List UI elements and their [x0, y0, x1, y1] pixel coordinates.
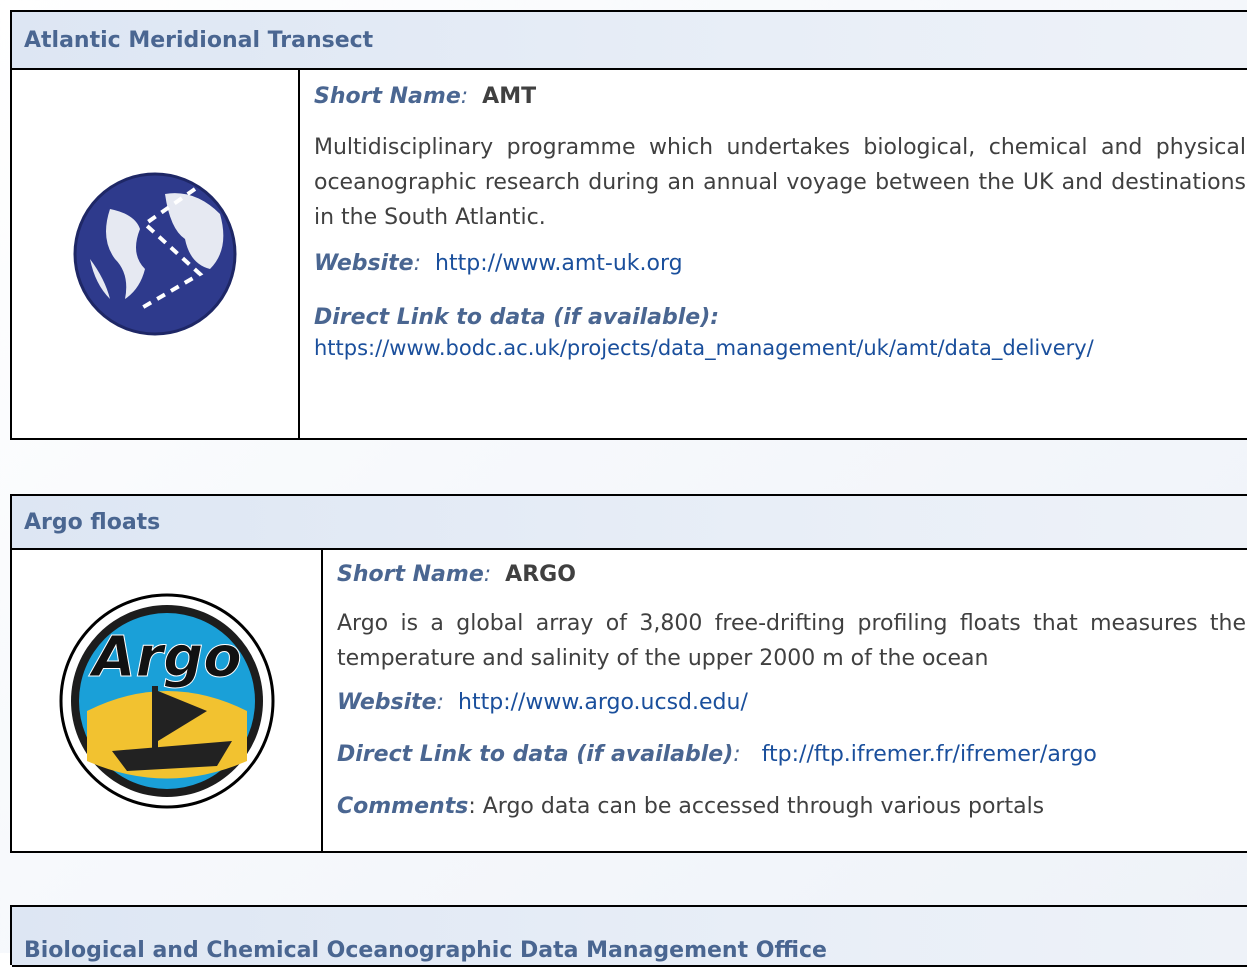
entry-card-amt: Atlantic Meridional Transect Short Name:… [10, 10, 1247, 440]
direct-link-row: Direct Link to data (if available): ftp:… [337, 742, 1097, 767]
logo-cell [12, 70, 300, 438]
direct-link-label: Direct Link to data (if available): [314, 305, 720, 330]
entry-description: Argo is a global array of 3,800 free-dri… [337, 611, 1246, 671]
comments-row: Comments: Argo data can be accessed thro… [337, 794, 1045, 819]
argo-logo: Argo [59, 593, 274, 808]
website-row: Website: http://www.amt-uk.org [314, 251, 683, 276]
entry-card-argo: Argo floats Argo Short Name: ARGO Argo i… [10, 494, 1247, 853]
short-name-row: Short Name: AMT [314, 84, 537, 109]
comments-value: Argo data can be accessed through variou… [482, 794, 1045, 819]
website-label: Website [314, 251, 414, 276]
entry-title: Argo floats [12, 496, 1247, 550]
entry-title: Biological and Chemical Oceanographic Da… [12, 907, 1247, 967]
logo-cell: Argo [12, 550, 323, 851]
entry-title-text: Argo floats [24, 509, 161, 535]
website-link[interactable]: http://www.amt-uk.org [435, 251, 683, 276]
direct-link-line: https://www.bodc.ac.uk/projects/data_man… [314, 333, 1247, 364]
entry-description: Multidisciplinary programme which undert… [314, 135, 1246, 230]
website-link[interactable]: http://www.argo.ucsd.edu/ [458, 690, 748, 715]
direct-link[interactable]: https://www.bodc.ac.uk/projects/data_man… [314, 336, 1094, 360]
direct-link-label: Direct Link to data (if available) [337, 742, 734, 767]
comments-label: Comments [337, 794, 469, 819]
short-name-label: Short Name [337, 562, 484, 587]
entry-title-text: Atlantic Meridional Transect [24, 27, 374, 53]
entry-title: Atlantic Meridional Transect [12, 12, 1247, 70]
short-name-value: ARGO [505, 562, 576, 587]
short-name-value: AMT [482, 84, 537, 109]
globe-transect-icon [73, 172, 237, 336]
entry-details: Short Name: AMT Multidisciplinary progra… [300, 70, 1247, 438]
website-row: Website: http://www.argo.ucsd.edu/ [337, 690, 748, 715]
direct-link[interactable]: ftp://ftp.ifremer.fr/ifremer/argo [762, 742, 1097, 767]
entry-card-bcodmo: Biological and Chemical Oceanographic Da… [10, 905, 1247, 967]
short-name-label: Short Name [314, 84, 461, 109]
entry-title-text: Biological and Chemical Oceanographic Da… [24, 938, 827, 963]
argo-logo-text: Argo [88, 625, 242, 690]
entry-details: Short Name: ARGO Argo is a global array … [323, 550, 1247, 851]
direct-link-row: Direct Link to data (if available): [314, 303, 1247, 333]
website-label: Website [337, 690, 437, 715]
short-name-row: Short Name: ARGO [337, 562, 576, 587]
